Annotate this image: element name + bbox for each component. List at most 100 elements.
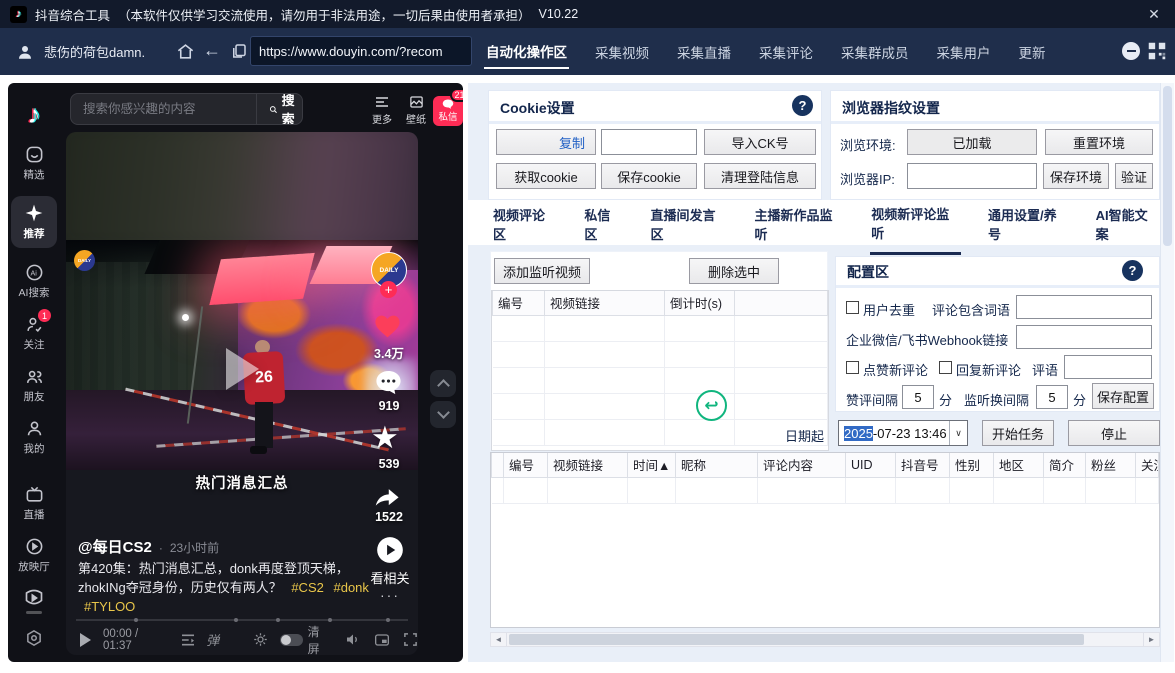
share-icon[interactable] xyxy=(372,482,402,508)
sidebar-item-featured[interactable]: 精选 xyxy=(10,144,58,182)
sidebar-item-settings[interactable] xyxy=(10,628,58,648)
like-icon[interactable] xyxy=(372,312,403,341)
refresh-back-icon[interactable]: ↩ xyxy=(696,390,727,421)
dropdown-arrow-icon[interactable]: ∨ xyxy=(949,421,967,445)
col-follow[interactable]: 关注 xyxy=(1136,453,1159,477)
danmaku-icon[interactable]: 弹 xyxy=(206,630,219,649)
progress-bar[interactable] xyxy=(76,619,408,621)
comment-icon[interactable] xyxy=(374,368,403,397)
col-time-sort[interactable]: 时间▲ xyxy=(628,453,676,477)
pip-icon[interactable] xyxy=(374,633,390,647)
hashtag[interactable]: #TYLOO xyxy=(84,599,135,614)
scrollbar-thumb[interactable] xyxy=(1163,86,1172,246)
add-monitor-video-button[interactable]: 添加监听视频 xyxy=(494,258,590,284)
like-interval-input[interactable] xyxy=(902,385,934,409)
browser-ip-input[interactable] xyxy=(907,163,1037,189)
favorite-star-icon[interactable]: ★ xyxy=(371,422,399,453)
fullscreen-icon[interactable] xyxy=(403,632,418,647)
like-new-checkbox[interactable] xyxy=(846,361,859,374)
dedupe-checkbox[interactable] xyxy=(846,301,859,314)
minimize-icon[interactable] xyxy=(1122,42,1140,60)
tab-new-comment-monitor[interactable]: 视频新评论监听 xyxy=(870,191,961,255)
col-video-link[interactable]: 视频链接 xyxy=(545,291,665,315)
tab-ai-copywriting[interactable]: AI智能文案 xyxy=(1095,192,1160,253)
search-button[interactable]: 搜索 xyxy=(256,94,303,124)
more-menu[interactable]: 更多 xyxy=(372,95,392,126)
prev-video-button[interactable] xyxy=(430,370,456,397)
save-cookie-button[interactable]: 保存cookie xyxy=(601,163,697,189)
tab-collect-comment[interactable]: 采集评论 xyxy=(757,36,815,68)
tab-collect-group[interactable]: 采集群成员 xyxy=(839,36,911,68)
webhook-input[interactable] xyxy=(1016,325,1152,349)
sidebar-item-recommend[interactable]: 推荐 xyxy=(11,196,57,248)
col-comment-content[interactable]: 评论内容 xyxy=(758,453,846,477)
sidebar-item-follow[interactable]: 1 关注 xyxy=(10,314,58,352)
playlist-icon[interactable] xyxy=(180,633,196,647)
copy-tab-icon[interactable] xyxy=(230,42,248,60)
col-region[interactable]: 地区 xyxy=(994,453,1044,477)
play-button-icon[interactable] xyxy=(226,348,259,390)
datetime-picker[interactable]: 2025 -07-23 13:46 ∨ xyxy=(838,420,968,446)
sidebar-item-cinema[interactable]: 放映厅 xyxy=(10,536,58,574)
col-douyin-id[interactable]: 抖音号 xyxy=(896,453,950,477)
close-icon[interactable]: ✕ xyxy=(1145,5,1163,23)
scroll-left-arrow[interactable]: ◄ xyxy=(491,633,507,646)
home-icon[interactable] xyxy=(176,42,195,61)
col-fans[interactable]: 粉丝 xyxy=(1086,453,1136,477)
tab-live-chat[interactable]: 直播间发言区 xyxy=(649,192,727,253)
tab-general-settings[interactable]: 通用设置/养号 xyxy=(987,192,1069,253)
play-control-icon[interactable] xyxy=(80,633,91,647)
next-video-button[interactable] xyxy=(430,401,456,428)
cookie-input[interactable] xyxy=(601,129,697,155)
sidebar-item-ai-search[interactable]: Ai AI搜索 xyxy=(10,262,58,300)
col-video-link[interactable]: 视频链接 xyxy=(548,453,628,477)
col-nickname[interactable]: 昵称 xyxy=(676,453,758,477)
back-icon[interactable]: ← xyxy=(203,40,221,61)
more-options-dots[interactable]: ··· xyxy=(370,587,410,603)
col-index[interactable]: 编号 xyxy=(493,291,545,315)
col-uid[interactable]: UID xyxy=(846,453,896,477)
author-name[interactable]: @每日CS2 xyxy=(78,536,152,557)
wallpaper-menu[interactable]: 壁纸 xyxy=(406,95,426,126)
douyin-note-icon[interactable]: ♪ xyxy=(28,99,41,130)
keyword-input[interactable] xyxy=(1016,295,1152,319)
tab-dm[interactable]: 私信区 xyxy=(583,192,623,253)
scrollbar-thumb[interactable] xyxy=(509,634,1084,645)
scroll-right-arrow[interactable]: ► xyxy=(1143,633,1159,646)
clear-login-button[interactable]: 清理登陆信息 xyxy=(704,163,816,189)
save-config-button[interactable]: 保存配置 xyxy=(1092,383,1154,409)
tab-collect-video[interactable]: 采集视频 xyxy=(593,36,651,68)
sidebar-item-live[interactable]: 直播 xyxy=(10,484,58,522)
logged-user-name[interactable]: 悲伤的荷包damn. xyxy=(44,42,145,61)
col-gender[interactable]: 性别 xyxy=(950,453,994,477)
save-env-button[interactable]: 保存环境 xyxy=(1043,163,1109,189)
follow-plus-icon[interactable]: + xyxy=(380,281,397,298)
sidebar-item-profile[interactable]: 我的 xyxy=(10,418,58,456)
reset-env-button[interactable]: 重置环境 xyxy=(1045,129,1153,155)
start-task-button[interactable]: 开始任务 xyxy=(982,420,1054,446)
vertical-scrollbar[interactable] xyxy=(1160,83,1174,662)
sidebar-item-friends[interactable]: 朋友 xyxy=(10,366,58,404)
comment-input[interactable] xyxy=(1064,355,1152,379)
copy-cookie-button[interactable]: 复制 xyxy=(496,129,596,155)
hashtag[interactable]: #CS2 xyxy=(291,580,324,595)
tab-new-works-monitor[interactable]: 主播新作品监听 xyxy=(754,192,845,253)
search-input[interactable] xyxy=(71,102,256,116)
env-status-button[interactable]: 已加载 xyxy=(907,129,1037,155)
sidebar-item-shorts[interactable] xyxy=(10,588,58,614)
listen-interval-input[interactable] xyxy=(1036,385,1068,409)
tab-video-comments[interactable]: 视频评论区 xyxy=(492,192,557,253)
cookie-help-icon[interactable]: ? xyxy=(792,95,813,116)
col-countdown[interactable]: 倒计时(s) xyxy=(665,291,735,315)
import-ck-button[interactable]: 导入CK号 xyxy=(704,129,816,155)
related-play-icon[interactable] xyxy=(376,536,404,564)
tab-update[interactable]: 更新 xyxy=(1017,36,1048,68)
horizontal-scrollbar[interactable]: ◄ ► xyxy=(490,632,1160,647)
verify-button[interactable]: 验证 xyxy=(1115,163,1153,189)
player-settings-icon[interactable] xyxy=(253,632,268,647)
url-input[interactable] xyxy=(250,36,472,66)
reply-new-checkbox[interactable] xyxy=(939,361,952,374)
delete-selected-button[interactable]: 删除选中 xyxy=(689,258,779,284)
tab-collect-user[interactable]: 采集用户 xyxy=(935,36,993,68)
col-bio[interactable]: 简介 xyxy=(1044,453,1086,477)
